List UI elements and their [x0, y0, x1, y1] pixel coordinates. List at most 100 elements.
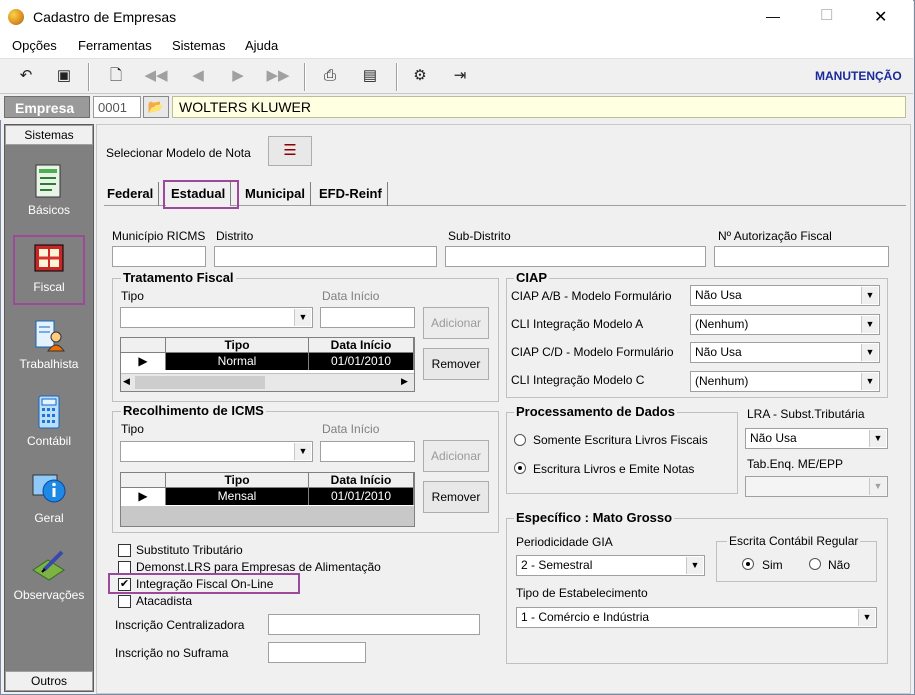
first-record-icon[interactable]: ◀◀ [144, 65, 168, 87]
menu-opcoes[interactable]: Opções [12, 38, 57, 53]
ciap-ab-select[interactable]: Não Usa ▼ [690, 285, 880, 306]
cli-modelo-a-select[interactable]: (Nenhum) ▼ [690, 314, 880, 335]
sidebar-label: Básicos [27, 203, 71, 217]
chevron-down-icon: ▼ [294, 309, 311, 326]
selected-value: 1 - Comércio e Indústria [521, 610, 650, 624]
scroll-right-icon[interactable]: ▶ [401, 376, 408, 387]
grid-cell-tipo[interactable]: Mensal [166, 488, 309, 505]
grid-cell-data[interactable]: 01/01/2010 [309, 353, 414, 370]
sidebar-item-basicos[interactable]: Básicos [5, 163, 93, 217]
sidebar-item-fiscal[interactable]: Fiscal [5, 240, 93, 294]
close-button[interactable]: ✕ [874, 7, 887, 27]
document-icon: ☰ [283, 142, 297, 159]
exit-icon[interactable]: ⇥ [448, 65, 472, 87]
inscricao-centralizadora-field[interactable] [268, 614, 480, 635]
tools-icon[interactable]: ⚙ [408, 65, 432, 87]
inscricao-suframa-field[interactable] [268, 642, 366, 663]
menu-ferramentas[interactable]: Ferramentas [78, 38, 152, 53]
processamento-radio-1[interactable] [514, 434, 526, 446]
prev-record-icon[interactable]: ◀ [186, 65, 210, 87]
autorizacao-field[interactable] [714, 246, 889, 267]
escrita-nao-radio[interactable] [809, 558, 821, 570]
grid-hscrollbar[interactable]: ◀ ▶ [121, 373, 414, 391]
processamento-radio-2[interactable] [514, 462, 526, 474]
integracao-checkbox[interactable]: ✔ [118, 578, 131, 591]
toolbar-separator [396, 63, 398, 91]
recolhimento-data-field[interactable] [320, 441, 415, 462]
sidebar-label: Observações [13, 588, 85, 602]
ciap-cd-select[interactable]: Não Usa ▼ [690, 342, 880, 363]
open-folder-button[interactable]: 📂 [143, 96, 169, 118]
estabelecimento-select[interactable]: 1 - Comércio e Indústria ▼ [516, 607, 877, 628]
report-icon[interactable]: ▤ [358, 65, 382, 87]
maximize-button[interactable]: ☐ [820, 6, 833, 24]
tab-estadual[interactable]: Estadual [166, 182, 232, 206]
sidebar-footer[interactable]: Outros [5, 671, 93, 691]
scroll-thumb[interactable] [135, 376, 265, 389]
municipio-ricms-field[interactable] [112, 246, 206, 267]
escrita-sim-label: Sim [762, 558, 783, 572]
sidebar-item-geral[interactable]: Geral [5, 471, 93, 525]
tab-efd-reinf[interactable]: EFD-Reinf [314, 182, 388, 206]
grid-column-data: Data Início [309, 338, 414, 353]
preview-icon[interactable]: 🗋 [104, 65, 128, 87]
clipboard-icon [35, 164, 61, 198]
next-record-icon[interactable]: ▶ [226, 65, 250, 87]
sub-distrito-field[interactable] [445, 246, 706, 267]
undo-icon[interactable]: ↶ [14, 65, 38, 87]
chevron-down-icon: ▼ [861, 344, 878, 361]
menu-ajuda[interactable]: Ajuda [245, 38, 278, 53]
recolhimento-tipo-select[interactable]: ▼ [120, 441, 313, 462]
tratamento-add-button[interactable]: Adicionar [423, 307, 489, 339]
tratamento-data-label: Data Início [322, 289, 380, 303]
save-icon[interactable]: ▣ [52, 65, 76, 87]
escrita-sim-radio[interactable] [742, 558, 754, 570]
selected-value: 2 - Semestral [521, 558, 593, 572]
tab-federal[interactable]: Federal [102, 182, 160, 206]
company-code-field[interactable]: 0001 [93, 96, 141, 118]
sidebar-item-observacoes[interactable]: Observações [5, 548, 93, 602]
selected-value: (Nenhum) [695, 317, 749, 331]
app-icon [8, 9, 24, 25]
tratamento-tipo-select[interactable]: ▼ [120, 307, 313, 328]
last-record-icon[interactable]: ▶▶ [266, 65, 290, 87]
atacadista-checkbox[interactable] [118, 595, 131, 608]
recolhimento-grid[interactable]: Tipo Data Início ▶ Mensal 01/01/2010 [120, 472, 415, 527]
sub-distrito-label: Sub-Distrito [448, 229, 511, 243]
cli-modelo-c-select[interactable]: (Nenhum) ▼ [690, 371, 880, 392]
window-title: Cadastro de Empresas [33, 9, 177, 25]
sidebar-item-trabalhista[interactable]: Trabalhista [5, 317, 93, 371]
tratamento-remove-button[interactable]: Remover [423, 348, 489, 380]
recolhimento-data-label: Data Início [322, 422, 380, 436]
periodicidade-select[interactable]: 2 - Semestral ▼ [516, 555, 705, 576]
tratamento-fiscal-title: Tratamento Fiscal [121, 270, 236, 285]
escrita-title: Escrita Contábil Regular [727, 534, 861, 548]
tab-enq-select[interactable]: ▼ [745, 476, 888, 497]
recolhimento-remove-button[interactable]: Remover [423, 481, 489, 513]
tratamento-data-field[interactable] [320, 307, 415, 328]
grid-empty-area [121, 506, 414, 526]
demonst-checkbox[interactable] [118, 561, 131, 574]
autorizacao-label: Nº Autorização Fiscal [718, 229, 832, 243]
processamento-group [506, 412, 738, 494]
grid-cell-tipo[interactable]: Normal [166, 353, 309, 370]
substituto-checkbox[interactable] [118, 544, 131, 557]
minimize-button[interactable]: — [766, 8, 780, 24]
distrito-field[interactable] [214, 246, 437, 267]
print-icon[interactable]: ⎙ [318, 65, 342, 87]
sidebar-item-contabil[interactable]: Contábil [5, 394, 93, 448]
sidebar-header[interactable]: Sistemas [5, 125, 93, 145]
select-model-button[interactable]: ☰ [268, 136, 312, 166]
company-label: Empresa [4, 96, 90, 118]
inscricao-suframa-label: Inscrição no Suframa [115, 646, 229, 660]
chevron-down-icon: ▼ [861, 287, 878, 304]
mode-label: MANUTENÇÃO [815, 69, 902, 83]
sidebar-label: Geral [34, 511, 64, 525]
lra-select[interactable]: Não Usa ▼ [745, 428, 888, 449]
tab-municipal[interactable]: Municipal [240, 182, 311, 206]
scroll-left-icon[interactable]: ◀ [123, 376, 130, 387]
tratamento-grid[interactable]: Tipo Data Início ▶ Normal 01/01/2010 ◀ ▶ [120, 337, 415, 392]
menu-sistemas[interactable]: Sistemas [172, 38, 225, 53]
recolhimento-add-button[interactable]: Adicionar [423, 440, 489, 472]
grid-cell-data[interactable]: 01/01/2010 [309, 488, 414, 505]
